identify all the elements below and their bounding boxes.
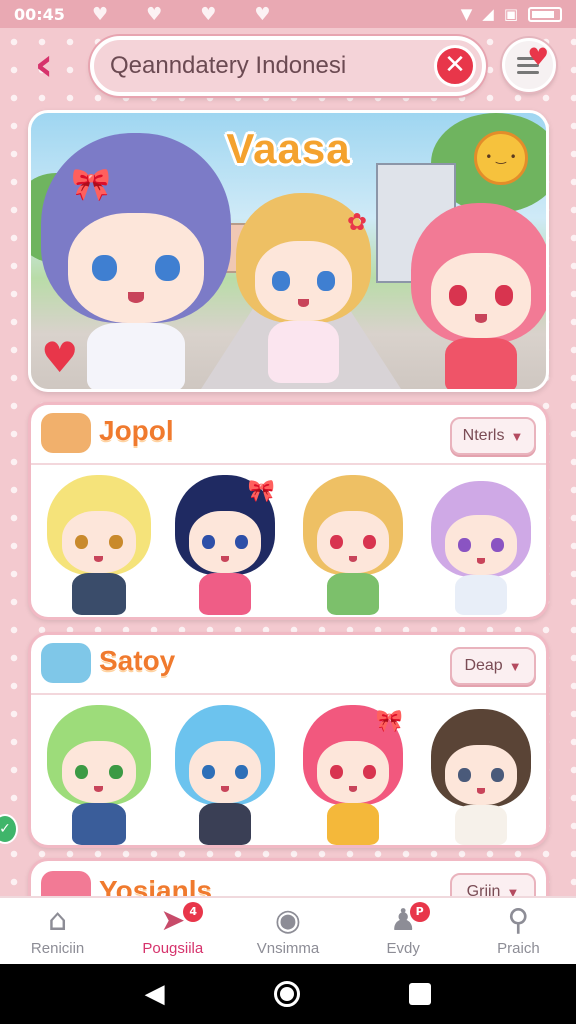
nav-item-messages[interactable]: ➤ 4 Pougsiila xyxy=(115,898,230,964)
nav-item-search[interactable]: ⚲ Praich xyxy=(461,898,576,964)
nav-label: Vnsimma xyxy=(256,940,320,957)
heart-icon: ♥ xyxy=(146,3,163,25)
character-row: 🎀 xyxy=(31,469,546,619)
status-time: 00:45 xyxy=(14,4,65,24)
favorites-list-button[interactable]: ♥ xyxy=(502,38,556,92)
nav-label: Evdy xyxy=(386,940,420,957)
signal-icon: ◢ xyxy=(482,5,494,23)
search-input[interactable] xyxy=(110,52,430,80)
character-yellow-hair[interactable] xyxy=(47,475,151,615)
search-icon: ⚲ xyxy=(507,903,530,938)
character-blonde-hair[interactable] xyxy=(303,475,403,615)
heart-icon: ♥ xyxy=(527,43,549,71)
system-back-icon[interactable]: ◀ xyxy=(145,979,165,1009)
search-bar[interactable]: ✕ xyxy=(90,36,486,96)
top-bar: ‹ ✕ ♥ xyxy=(0,30,576,104)
status-bar: 00:45 ♥ ♥ ♥ ♥ ▼ ◢ ▣ xyxy=(0,0,576,28)
nav-label: Praich xyxy=(497,940,540,957)
sort-dropdown[interactable]: Nterls ▼ xyxy=(450,417,536,455)
toybox-icon xyxy=(41,643,91,683)
category-title: Jopol xyxy=(99,415,174,446)
character-brown-hair[interactable] xyxy=(431,709,531,845)
category-card: Satoy Deap ▼ 🎀 xyxy=(28,632,549,848)
bottom-navigation: ⌂ Reniciin ➤ 4 Pougsiila ◉ Vnsimma ♟ P E… xyxy=(0,896,576,964)
sim-icon: ▣ xyxy=(503,5,518,23)
divider xyxy=(31,463,546,465)
system-recents-icon[interactable] xyxy=(409,983,432,1005)
character-row: 🎀 xyxy=(31,699,546,849)
system-navigation-bar: ◀ xyxy=(0,964,576,1024)
chevron-left-icon: ‹ xyxy=(34,37,54,91)
clear-search-button[interactable]: ✕ xyxy=(434,45,476,87)
check-icon: ✓ xyxy=(0,821,11,837)
nav-item-explore[interactable]: ◉ Vnsimma xyxy=(230,898,345,964)
heart-icon: ♥ xyxy=(92,3,109,25)
flower-icon: ✿ xyxy=(346,208,367,236)
divider xyxy=(31,693,546,695)
close-icon: ✕ xyxy=(444,50,466,80)
character-lilac-hair[interactable] xyxy=(431,481,531,615)
character-green-hair[interactable] xyxy=(47,705,151,845)
category-card: Jopol Nterls ▼ 🎀 xyxy=(28,402,549,620)
nav-item-home[interactable]: ⌂ Reniciin xyxy=(0,898,115,964)
heart-icon: ♥ xyxy=(41,333,79,382)
sort-dropdown[interactable]: Deap ▼ xyxy=(450,647,536,685)
category-title: Satoy xyxy=(99,645,176,676)
notification-badge: P xyxy=(409,902,430,922)
character-pink-hair[interactable] xyxy=(411,203,546,389)
nav-item-profile[interactable]: ♟ P Evdy xyxy=(346,898,461,964)
paper-plane-icon: ➤ xyxy=(160,903,186,938)
battery-icon xyxy=(528,6,562,22)
nav-label: Reniciin xyxy=(30,940,85,957)
character-pink-hair[interactable]: 🎀 xyxy=(303,705,403,845)
bow-icon: 🎀 xyxy=(247,479,275,504)
character-blonde-hair[interactable]: ✿ xyxy=(236,193,371,383)
status-decorations: ♥ ♥ ♥ ♥ xyxy=(92,4,271,25)
bow-icon: 🎀 xyxy=(71,165,111,203)
back-button[interactable]: ‹ xyxy=(22,41,66,90)
cat-icon xyxy=(41,413,91,453)
character-blue-hair[interactable] xyxy=(175,705,275,845)
featured-banner[interactable]: Vaasa 🎀 ✿ ♥ xyxy=(28,110,549,392)
nav-label: Pougsiila xyxy=(142,940,204,957)
system-home-icon[interactable] xyxy=(273,981,300,1007)
floating-action-button[interactable]: ✓ xyxy=(0,814,18,844)
bow-icon: 🎀 xyxy=(375,709,403,734)
sort-label: Deap xyxy=(464,657,503,674)
sort-label: Nterls xyxy=(462,427,505,444)
wifi-icon: ▼ xyxy=(460,5,473,23)
heart-icon: ♥ xyxy=(254,3,271,25)
chevron-down-icon: ▼ xyxy=(508,658,522,674)
sun-mascot-icon xyxy=(474,131,528,185)
compass-icon: ◉ xyxy=(274,903,302,938)
chevron-down-icon: ▼ xyxy=(510,428,524,444)
character-navy-hair[interactable]: 🎀 xyxy=(175,475,275,615)
home-icon: ⌂ xyxy=(48,903,68,938)
person-icon: ♟ xyxy=(389,903,417,938)
heart-icon: ♥ xyxy=(200,3,217,25)
